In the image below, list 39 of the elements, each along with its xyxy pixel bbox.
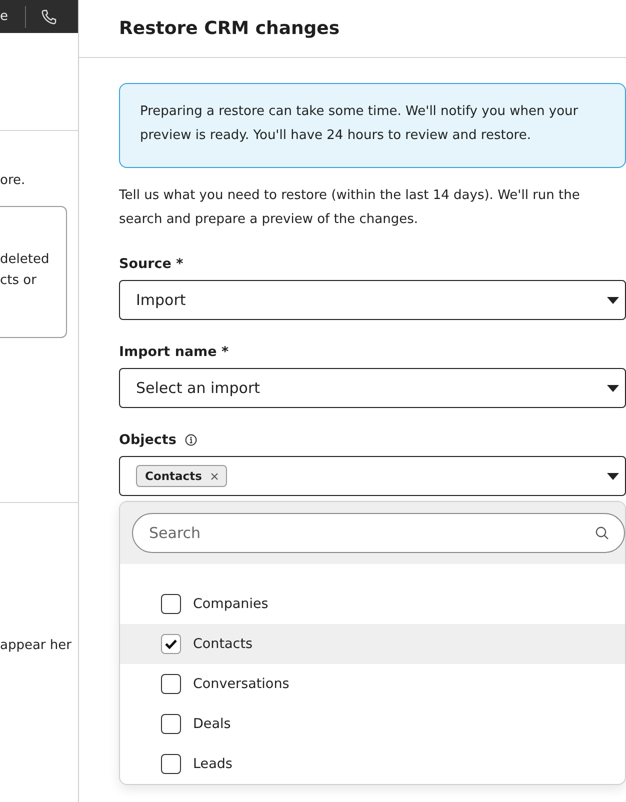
remove-icon[interactable] (210, 472, 218, 480)
top-bar-label[interactable]: e (0, 9, 8, 24)
intro-text: Tell us what you need to restore (within the last 14 days). We'll run the search and prepare a preview of the changes. (119, 187, 581, 229)
checkbox[interactable] (161, 714, 181, 734)
option-label: Leads (193, 756, 232, 772)
option-row[interactable]: Leads (120, 744, 625, 784)
checkbox[interactable] (161, 634, 181, 654)
info-notice: Preparing a restore can take some time. We'll notify you when your preview is ready. You'll have 24 hours to review and restore. (119, 83, 626, 168)
checkbox[interactable] (161, 754, 181, 774)
caret-icon (607, 472, 619, 480)
checkbox[interactable] (161, 594, 181, 614)
tag-label: Contacts (145, 469, 202, 483)
option-row[interactable]: Deals (120, 704, 625, 744)
field-label: Import name * (119, 344, 229, 360)
empty-state-text: appear her (0, 638, 72, 653)
option-row[interactable]: Contacts (120, 624, 625, 664)
checkbox[interactable] (161, 674, 181, 694)
card-text: deleted (0, 252, 50, 267)
select-field[interactable]: Import (119, 280, 626, 320)
field-label: Objects (119, 432, 176, 448)
option-label: Deals (193, 716, 231, 732)
search-field[interactable]: Search (132, 513, 625, 553)
info-icon[interactable] (185, 434, 198, 446)
select-field[interactable]: Select an import (119, 368, 626, 408)
search-icon (595, 526, 609, 540)
field-label: Source * (119, 256, 184, 272)
card-text: cts or (0, 273, 38, 288)
panel-title: Restore CRM changes (119, 18, 340, 39)
option-label: Companies (193, 596, 268, 612)
caret-icon (607, 384, 619, 392)
option-row[interactable]: Companies (120, 584, 625, 624)
option-label: Contacts (193, 636, 253, 652)
caret-icon (607, 296, 619, 304)
option-row[interactable]: Conversations (120, 664, 625, 704)
phone-icon[interactable] (41, 8, 57, 24)
check-icon (165, 639, 177, 649)
option-label: Conversations (193, 676, 290, 692)
body-text: ore. (0, 173, 26, 188)
multiselect-field[interactable]: Contacts (119, 456, 626, 496)
